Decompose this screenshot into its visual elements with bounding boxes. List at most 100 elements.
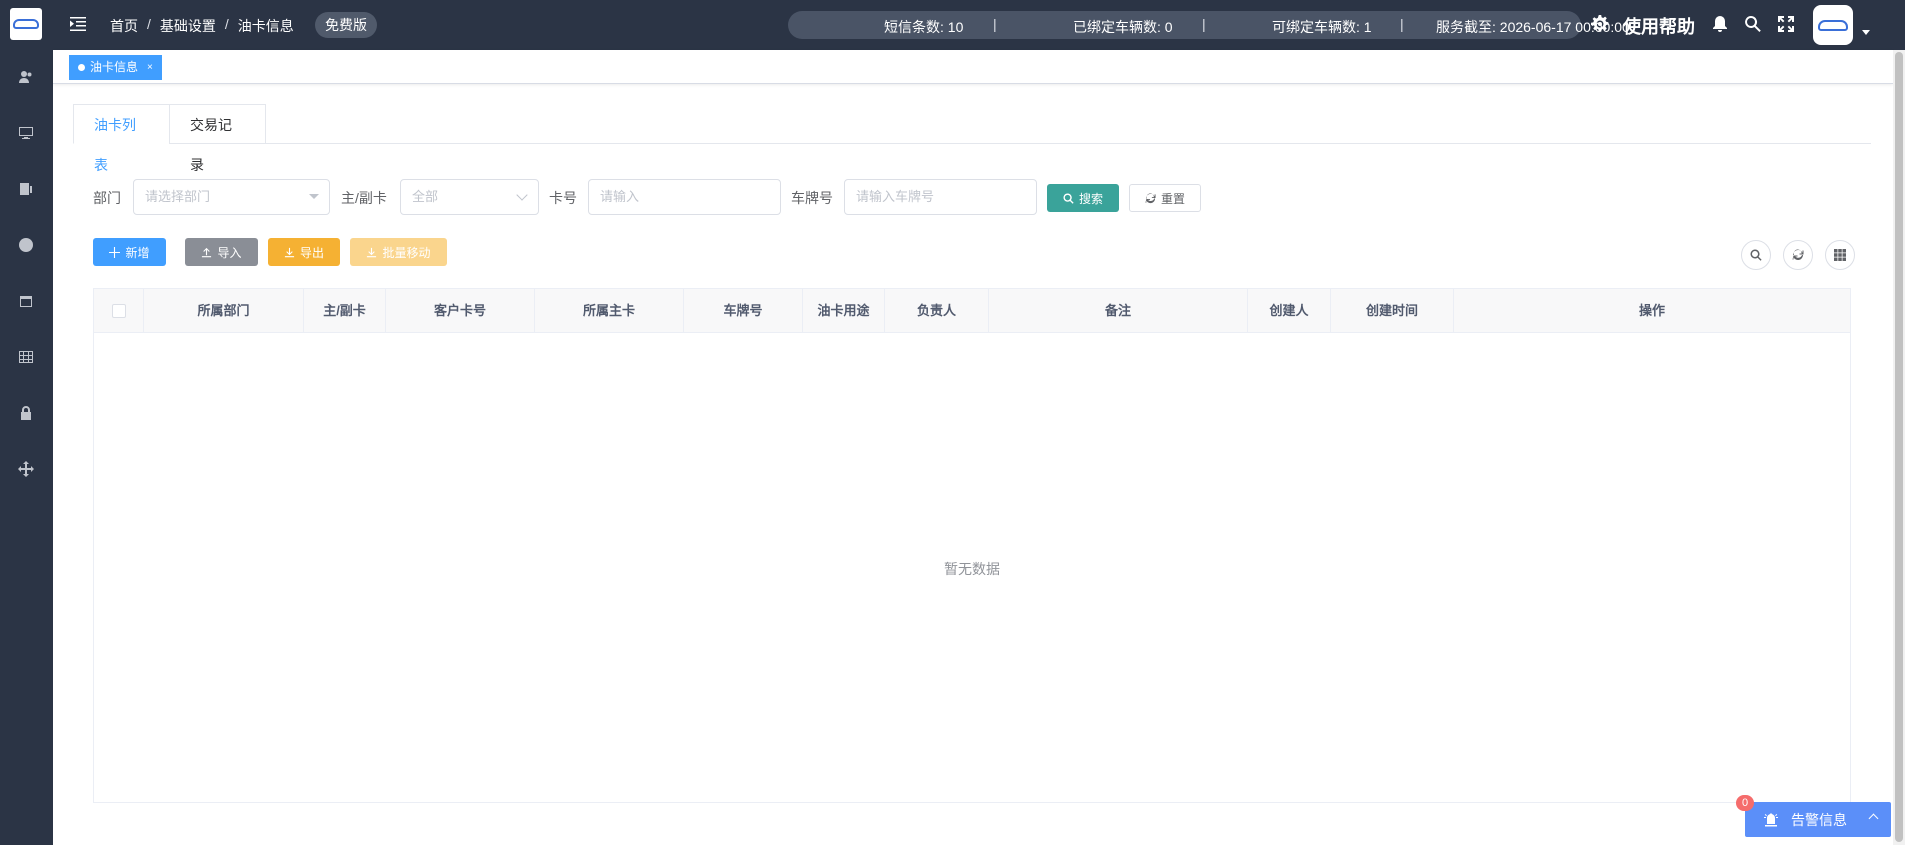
upload-icon	[202, 247, 212, 257]
move-icon	[18, 461, 34, 477]
chevron-down-icon	[516, 189, 528, 201]
column-header[interactable]: 所属部门	[144, 289, 304, 333]
notifications-button[interactable]	[1710, 14, 1730, 34]
breadcrumb-separator: /	[224, 16, 229, 32]
dept-placeholder: 请选择部门	[145, 189, 211, 204]
monitor-icon	[19, 127, 33, 139]
card-type-select[interactable]: 全部	[400, 179, 539, 215]
tags-view: 油卡信息 ×	[53, 50, 1893, 84]
avatar[interactable]	[1813, 5, 1853, 45]
fullscreen-icon	[1778, 16, 1794, 32]
refresh-button[interactable]	[1783, 240, 1813, 270]
bound-vehicles: 已绑定车辆数: 0	[1073, 19, 1173, 35]
export-button-label: 导出	[299, 245, 324, 260]
car-avatar-icon	[1818, 19, 1848, 31]
calendar-icon	[20, 296, 32, 307]
select-all-cell	[94, 289, 144, 333]
sidebar-item-security[interactable]	[16, 403, 36, 423]
column-header[interactable]: 创建人	[1248, 289, 1331, 333]
import-button-label: 导入	[217, 245, 242, 260]
plus-icon	[109, 246, 121, 258]
users-icon	[19, 71, 32, 83]
fullscreen-button[interactable]	[1776, 14, 1796, 34]
bindable-vehicles: 可绑定车辆数: 1	[1272, 19, 1372, 35]
tag-oil-card[interactable]: 油卡信息 ×	[69, 55, 162, 80]
stats-divider: |	[1400, 16, 1404, 32]
dept-select[interactable]: 请选择部门	[133, 179, 330, 215]
table-header: 所属部门 主/副卡 客户卡号 所属主卡 车牌号 油卡用途 负责人 备注 创建人 …	[94, 289, 1850, 333]
topbar: 首页 / 基础设置 / 油卡信息 免费版 短信条数: 10 | 已绑定车辆数: …	[53, 0, 1905, 50]
stats-divider: |	[1202, 16, 1206, 32]
columns-button[interactable]	[1825, 240, 1855, 270]
app-logo[interactable]	[10, 8, 42, 40]
edition-badge: 免费版	[315, 12, 377, 38]
column-header[interactable]: 创建时间	[1331, 289, 1454, 333]
sidebar-item-report[interactable]	[16, 291, 36, 311]
card-no-input[interactable]: 请输入	[588, 179, 781, 215]
column-header[interactable]: 客户卡号	[386, 289, 535, 333]
select-all-checkbox[interactable]	[112, 304, 126, 318]
batch-move-button[interactable]: 批量移动	[350, 238, 447, 266]
breadcrumb-basic-settings[interactable]: 基础设置	[160, 16, 216, 36]
refresh-icon	[1145, 192, 1156, 203]
search-button[interactable]	[1743, 14, 1763, 34]
tabs: 油卡列表 交易记录	[73, 104, 1871, 173]
globe-icon	[19, 238, 33, 252]
search-icon	[1745, 16, 1761, 32]
reset-button[interactable]: 重置	[1129, 184, 1201, 212]
stats-pill: 短信条数: 10 | 已绑定车辆数: 0 | 可绑定车辆数: 1 | 服务截至:…	[788, 11, 1630, 39]
tab-oil-card-list[interactable]: 油卡列表	[73, 104, 170, 173]
plate-input[interactable]: 请输入车牌号	[844, 179, 1037, 215]
breadcrumb-separator: /	[147, 16, 151, 32]
tab-transaction-records[interactable]: 交易记录	[169, 104, 266, 173]
bell-icon	[1713, 16, 1727, 32]
reset-button-label: 重置	[1160, 191, 1185, 206]
add-button[interactable]: 新增	[93, 238, 166, 266]
download-icon	[367, 247, 377, 257]
sidebar-item-globe[interactable]	[16, 235, 36, 255]
grid-icon	[1834, 249, 1846, 261]
car-logo-icon	[13, 19, 39, 29]
column-header[interactable]: 油卡用途	[803, 289, 885, 333]
search-icon	[1750, 249, 1762, 261]
help-link[interactable]: 使用帮助	[1623, 13, 1695, 39]
search-icon	[1063, 192, 1074, 204]
dept-label: 部门	[93, 190, 121, 206]
export-button[interactable]: 导出	[268, 238, 340, 266]
plate-placeholder: 请输入车牌号	[856, 189, 935, 204]
sidebar-item-device[interactable]	[16, 179, 36, 199]
menu-toggle-button[interactable]	[69, 15, 87, 33]
caret-down-icon	[309, 194, 319, 199]
import-button[interactable]: 导入	[185, 238, 258, 266]
search-button[interactable]: 搜索	[1047, 184, 1119, 212]
column-header[interactable]: 主/副卡	[304, 289, 386, 333]
vertical-scrollbar[interactable]	[1893, 50, 1905, 845]
indent-icon	[70, 17, 86, 31]
toggle-search-button[interactable]	[1741, 240, 1771, 270]
chevron-down-icon[interactable]	[1862, 30, 1870, 35]
sidebar-item-table[interactable]	[16, 347, 36, 367]
download-icon	[284, 247, 295, 257]
sidebar	[0, 0, 53, 845]
breadcrumb-home[interactable]: 首页	[110, 16, 138, 36]
sidebar-item-settings[interactable]	[16, 459, 36, 479]
column-header[interactable]: 所属主卡	[535, 289, 684, 333]
sidebar-item-users[interactable]	[16, 67, 36, 87]
device-icon	[20, 183, 32, 195]
card-type-value: 全部	[412, 189, 439, 204]
add-button-label: 新增	[125, 245, 150, 260]
column-header[interactable]: 车牌号	[684, 289, 803, 333]
column-header[interactable]: 操作	[1454, 289, 1850, 333]
alarm-panel-toggle[interactable]: 告警信息	[1745, 802, 1891, 837]
scrollbar-thumb[interactable]	[1895, 52, 1903, 842]
grid-icon	[19, 351, 33, 363]
column-header[interactable]: 负责人	[885, 289, 989, 333]
close-icon[interactable]: ×	[147, 56, 153, 79]
alarm-icon	[1763, 812, 1779, 828]
sidebar-item-monitor[interactable]	[16, 123, 36, 143]
alarm-label: 告警信息	[1791, 811, 1847, 828]
stats-divider: |	[993, 16, 997, 32]
settings-button[interactable]	[1590, 14, 1610, 34]
column-header[interactable]: 备注	[989, 289, 1248, 333]
search-button-label: 搜索	[1078, 191, 1103, 206]
